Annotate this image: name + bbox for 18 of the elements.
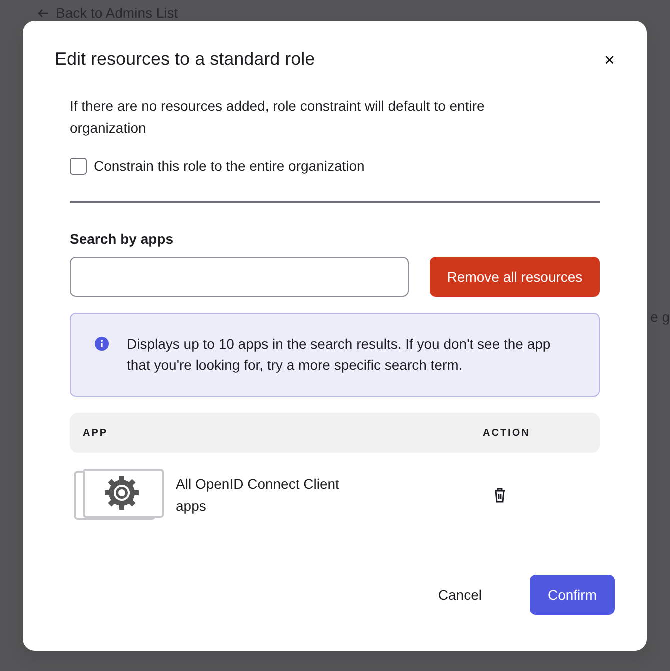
intro-text: If there are no resources added, role constraint will default to entire organization bbox=[70, 97, 486, 138]
app-logo-icon bbox=[74, 469, 164, 521]
dialog-title: Edit resources to a standard role bbox=[55, 49, 316, 71]
column-header: ACTION bbox=[483, 426, 530, 440]
close-button[interactable]: × bbox=[602, 49, 617, 71]
trash-icon bbox=[494, 488, 506, 504]
app-name: All OpenID Connect Client apps bbox=[176, 475, 340, 516]
column-header: APP bbox=[83, 426, 110, 440]
search-label: Search by apps bbox=[70, 230, 174, 249]
cancel-button[interactable]: Cancel bbox=[432, 584, 488, 606]
info-icon bbox=[95, 337, 109, 351]
checkbox-label: Constrain this role to the entire organization bbox=[94, 157, 365, 176]
remove-all-button[interactable]: Remove all resources bbox=[430, 257, 600, 297]
confirm-button[interactable]: Confirm bbox=[530, 575, 615, 615]
arrow-left-icon bbox=[38, 9, 49, 18]
info-text: Displays up to 10 apps in the search results. If you don't see the app that you're looking for, try a more specific search term. bbox=[127, 336, 551, 373]
search-field[interactable] bbox=[70, 257, 409, 297]
checkbox[interactable] bbox=[70, 158, 87, 175]
